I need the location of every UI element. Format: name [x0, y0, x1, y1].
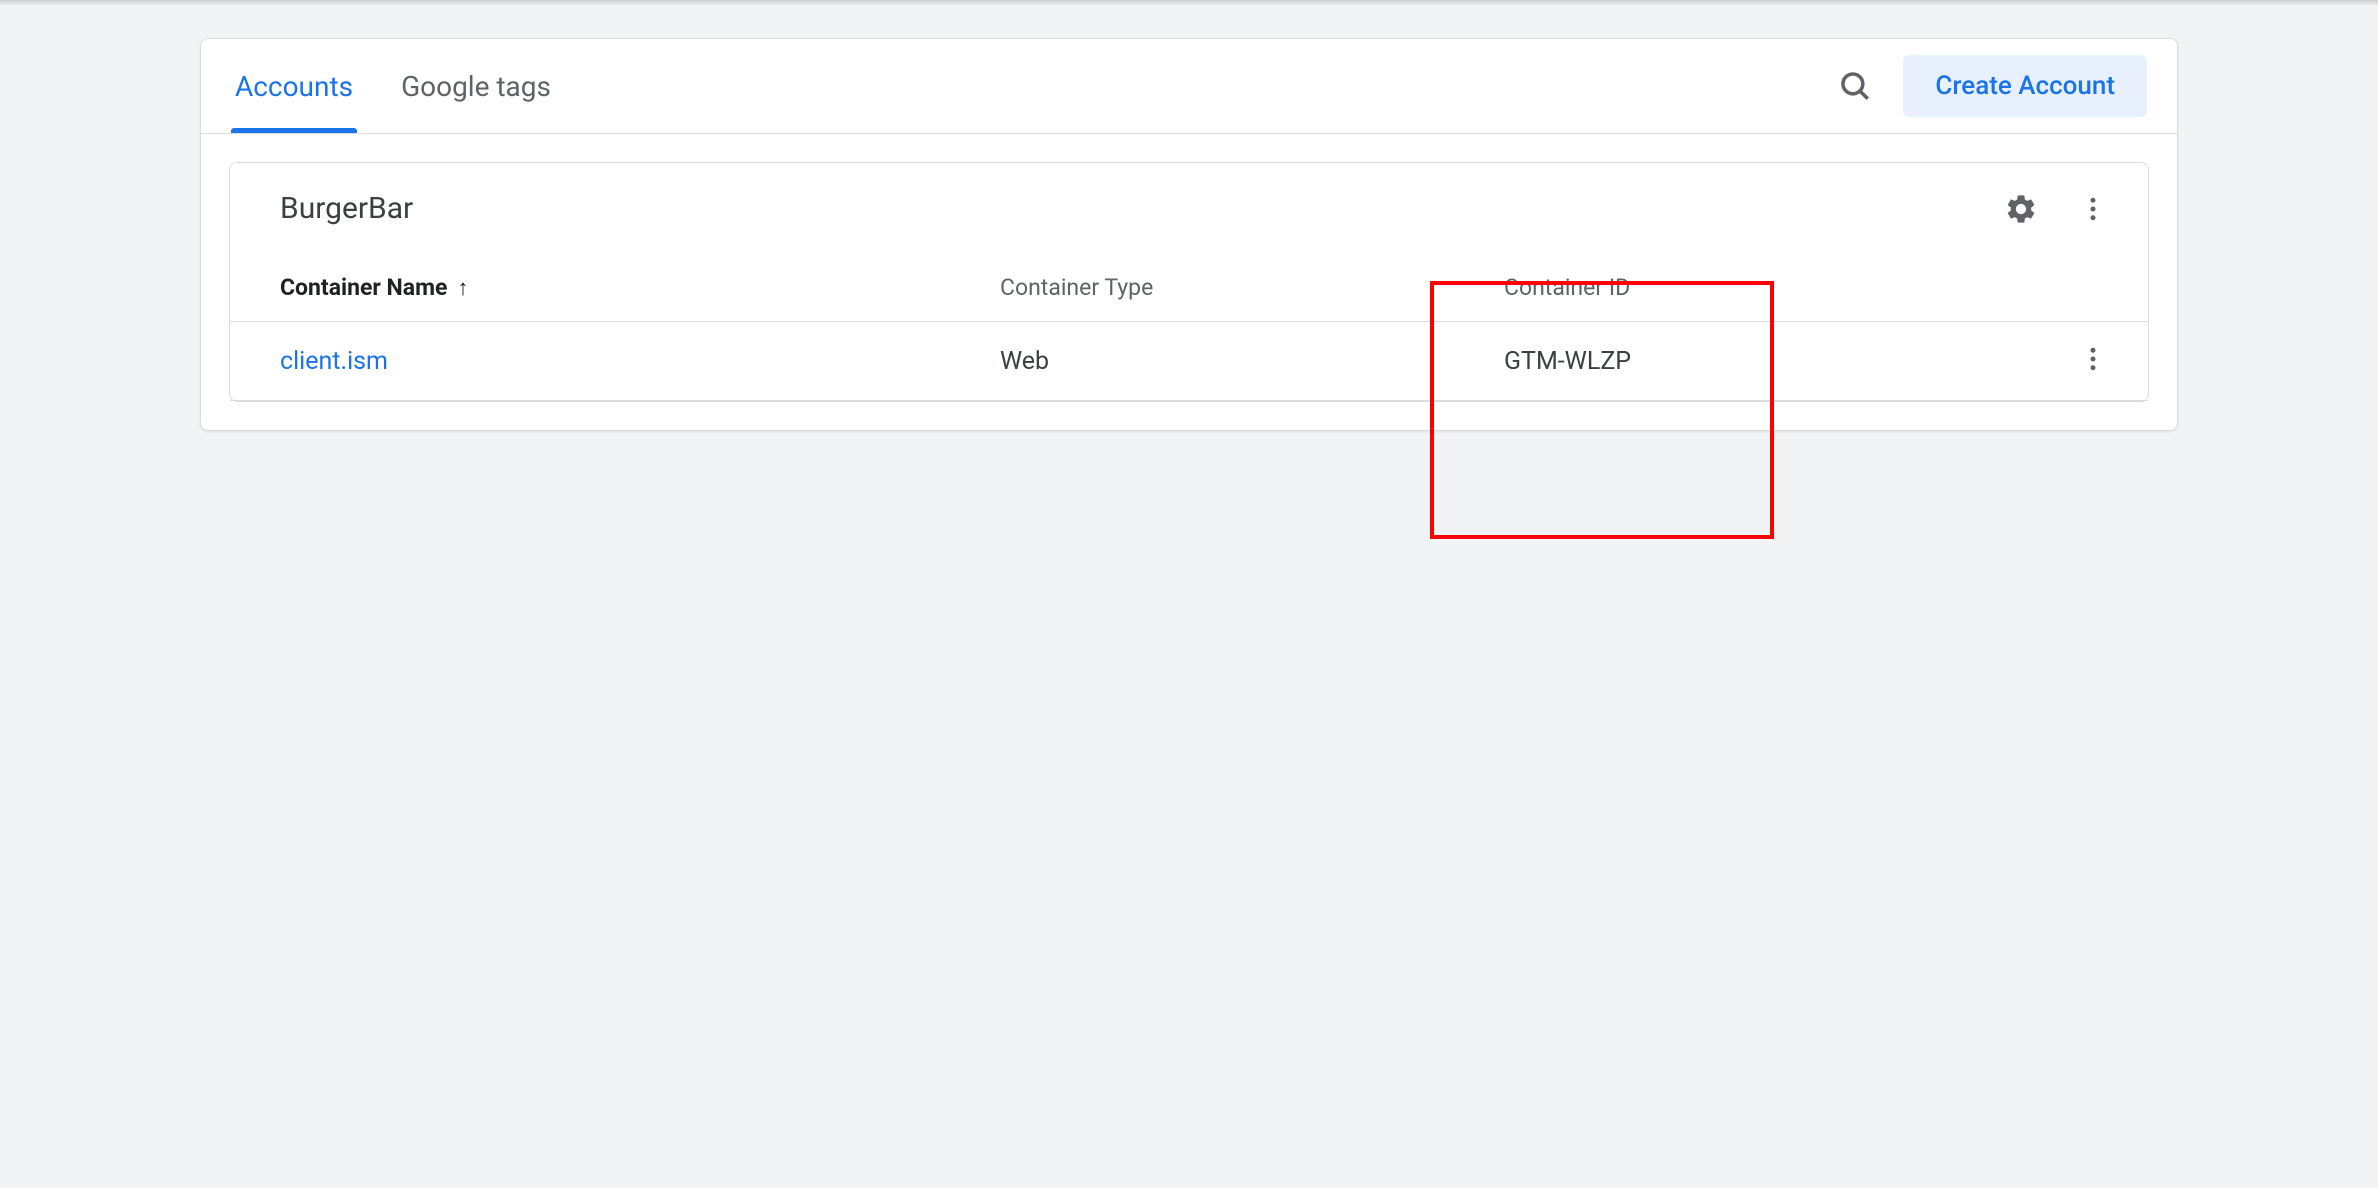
- tabs: Accounts Google tags: [231, 39, 555, 133]
- container-id-value: GTM-WLZP: [1504, 347, 2008, 376]
- account-card: BurgerBar: [229, 162, 2149, 402]
- sort-ascending-icon: ↑: [457, 275, 468, 301]
- container-type-value: Web: [1000, 347, 1504, 376]
- account-name: BurgerBar: [280, 191, 413, 226]
- row-more-vert-icon[interactable]: [2078, 344, 2108, 378]
- search-icon[interactable]: [1837, 68, 1873, 104]
- create-account-button[interactable]: Create Account: [1903, 55, 2147, 117]
- header-row: Accounts Google tags Create Account: [201, 39, 2177, 134]
- tab-accounts[interactable]: Accounts: [231, 39, 357, 133]
- column-container-type: Container Type: [1000, 274, 1504, 301]
- column-container-name[interactable]: Container Name ↑: [280, 274, 1000, 301]
- table-row: client.ism Web GTM-WLZP: [230, 322, 2148, 401]
- accounts-card: Accounts Google tags Create Account Burg…: [200, 38, 2178, 431]
- header-actions: Create Account: [1837, 55, 2147, 117]
- account-header: BurgerBar: [230, 163, 2148, 254]
- gear-icon[interactable]: [2004, 192, 2038, 226]
- tab-google-tags[interactable]: Google tags: [397, 39, 555, 133]
- column-container-name-label: Container Name: [280, 274, 447, 301]
- table-header: Container Name ↑ Container Type Containe…: [230, 254, 2148, 322]
- container-name-link[interactable]: client.ism: [280, 347, 1000, 376]
- column-container-id: Container ID: [1504, 274, 2008, 301]
- more-vert-icon[interactable]: [2078, 194, 2108, 224]
- account-actions: [2004, 192, 2108, 226]
- account-section: BurgerBar: [201, 134, 2177, 430]
